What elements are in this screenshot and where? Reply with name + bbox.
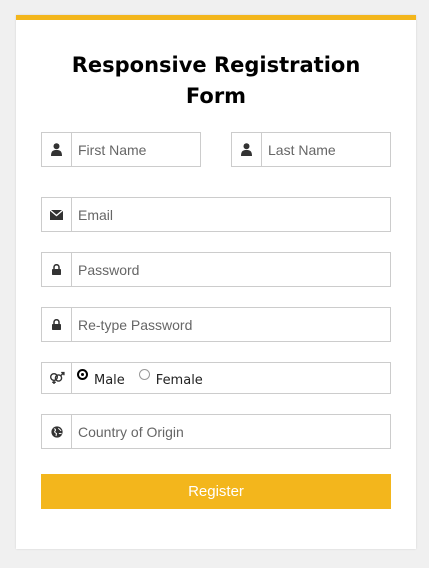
male-label: Male xyxy=(94,372,125,388)
gender-male-option[interactable]: Male xyxy=(77,368,125,388)
form-title: Responsive Registration Form xyxy=(16,50,416,112)
last-name-field xyxy=(231,132,391,167)
gender-radio-group: Male Female xyxy=(72,363,217,393)
gender-icon xyxy=(42,363,72,393)
retype-password-field xyxy=(41,307,391,342)
user-icon xyxy=(232,133,262,166)
country-field xyxy=(41,414,391,449)
register-button[interactable]: Register xyxy=(41,474,391,509)
form-title-line1: Responsive Registration xyxy=(71,53,361,77)
last-name-input[interactable] xyxy=(262,133,390,166)
female-label: Female xyxy=(155,372,203,388)
first-name-field xyxy=(41,132,201,167)
form-title-line2: Form xyxy=(185,84,247,108)
lock-icon xyxy=(42,253,72,286)
gender-field: Male Female xyxy=(41,362,391,394)
user-icon xyxy=(42,133,72,166)
email-field xyxy=(41,197,391,232)
gender-female-option[interactable]: Female xyxy=(138,368,203,388)
country-input[interactable] xyxy=(72,415,390,448)
registration-card: Responsive Registration Form First Name … xyxy=(16,15,416,549)
envelope-icon xyxy=(42,198,72,231)
first-name-input[interactable] xyxy=(72,133,200,166)
password-input[interactable] xyxy=(72,253,390,286)
retype-password-input[interactable] xyxy=(72,308,390,341)
lock-icon xyxy=(42,308,72,341)
female-radio[interactable] xyxy=(138,368,150,380)
male-radio[interactable] xyxy=(77,368,88,380)
email-input[interactable] xyxy=(72,198,390,231)
password-field xyxy=(41,252,391,287)
globe-icon xyxy=(42,415,72,448)
